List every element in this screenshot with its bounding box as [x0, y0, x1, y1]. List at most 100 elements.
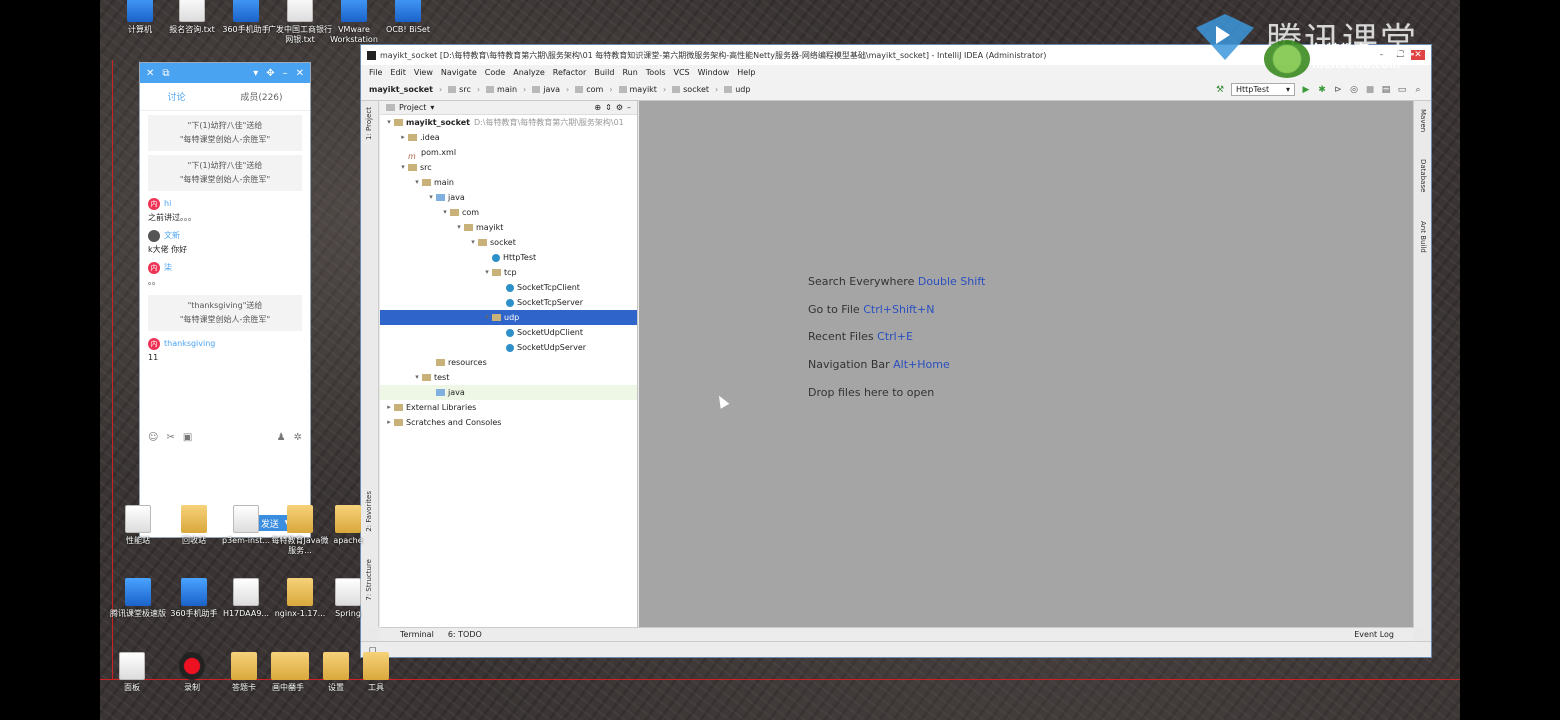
tool-database[interactable]: Database: [1419, 159, 1427, 192]
tool-maven[interactable]: Maven: [1419, 109, 1427, 132]
desktop-icon[interactable]: 面板: [100, 652, 164, 693]
breadcrumb-item[interactable]: mayikt_socket: [369, 85, 433, 94]
tree-node[interactable]: ▾ com: [380, 205, 637, 220]
expand-arrow-icon[interactable]: ▾: [468, 235, 478, 250]
expand-arrow-icon[interactable]: ▾: [440, 205, 450, 220]
tree-node[interactable]: ▾ mayikt_socket D:\每特教育\每特教育第六期\服务架构\01: [380, 115, 637, 130]
popout-icon[interactable]: ⧉: [162, 68, 169, 79]
menu-run[interactable]: Run: [622, 68, 637, 77]
breadcrumb-item[interactable]: main: [486, 85, 517, 94]
tree-node[interactable]: ▾ udp: [380, 310, 637, 325]
close-icon[interactable]: ✕: [146, 68, 154, 79]
breadcrumb-item[interactable]: java: [532, 85, 560, 94]
project-structure-icon[interactable]: ▤: [1381, 85, 1391, 95]
menu-analyze[interactable]: Analyze: [513, 68, 545, 77]
tree-node[interactable]: ▾ main: [380, 175, 637, 190]
desktop-icon[interactable]: Spring: [316, 578, 380, 619]
tab-terminal[interactable]: Terminal: [400, 630, 434, 639]
tree-node[interactable]: m pom.xml: [380, 145, 637, 161]
tree-node[interactable]: ▸ External Libraries: [380, 400, 637, 415]
tab-discuss[interactable]: 讨论: [167, 90, 185, 103]
breadcrumb-item[interactable]: mayikt: [619, 85, 657, 94]
chevron-down-icon[interactable]: ▾: [253, 68, 258, 79]
tree-node[interactable]: ▸ Scratches and Consoles: [380, 415, 637, 430]
gear-icon[interactable]: ⚙: [616, 103, 623, 112]
menu-build[interactable]: Build: [594, 68, 614, 77]
tree-node[interactable]: java: [380, 385, 637, 400]
tree-node[interactable]: ▾ tcp: [380, 265, 637, 280]
project-view-select[interactable]: Project: [399, 103, 426, 112]
menu-code[interactable]: Code: [485, 68, 505, 77]
breadcrumb-item[interactable]: src: [448, 85, 471, 94]
expand-arrow-icon[interactable]: ▾: [412, 370, 422, 385]
breadcrumb-item[interactable]: com: [575, 85, 603, 94]
event-log-button[interactable]: Event Log: [1354, 630, 1394, 639]
tool-ant-build[interactable]: Ant Build: [1419, 221, 1427, 253]
gear-icon[interactable]: ✲: [294, 432, 302, 443]
desktop-icon[interactable]: OCB! BiSet: [376, 0, 440, 35]
menu-tools[interactable]: Tools: [646, 68, 666, 77]
coverage-icon[interactable]: ⊳: [1333, 85, 1343, 95]
tree-node[interactable]: SocketTcpClient: [380, 280, 637, 295]
collapse-icon[interactable]: ⇕: [605, 103, 612, 112]
tree-node-label: External Libraries: [406, 403, 477, 412]
search-icon[interactable]: ⌕: [1413, 85, 1423, 95]
menu-refactor[interactable]: Refactor: [553, 68, 587, 77]
user-icon[interactable]: ♟: [277, 432, 286, 443]
breadcrumb-item[interactable]: socket: [672, 85, 709, 94]
tab-members[interactable]: 成员(226): [240, 90, 282, 103]
emoji-icon[interactable]: ☺: [148, 432, 158, 443]
tree-node[interactable]: SocketTcpServer: [380, 295, 637, 310]
expand-arrow-icon[interactable]: ▸: [398, 130, 408, 145]
expand-arrow-icon[interactable]: ▾: [482, 310, 492, 325]
tree-node[interactable]: ▾ java: [380, 190, 637, 205]
hammer-icon[interactable]: ⚒: [1215, 85, 1225, 95]
profile-icon[interactable]: ◎: [1349, 85, 1359, 95]
tree-node[interactable]: ▾ socket: [380, 235, 637, 250]
menu-window[interactable]: Window: [698, 68, 730, 77]
expand-arrow-icon[interactable]: ▾: [454, 220, 464, 235]
tree-node[interactable]: ▸ .idea: [380, 130, 637, 145]
pin-icon[interactable]: ✥: [266, 68, 274, 79]
tree-node[interactable]: SocketUdpClient: [380, 325, 637, 340]
desktop-icon[interactable]: 性能站: [106, 505, 170, 546]
expand-arrow-icon[interactable]: ▾: [398, 160, 408, 175]
tree-node[interactable]: HttpTest: [380, 250, 637, 265]
expand-arrow-icon[interactable]: ▸: [384, 400, 394, 415]
run-icon[interactable]: ▶: [1301, 85, 1311, 95]
debug-icon[interactable]: ✱: [1317, 85, 1327, 95]
tab-todo[interactable]: 6: TODO: [448, 630, 482, 639]
expand-arrow-icon[interactable]: ▾: [482, 265, 492, 280]
menu-view[interactable]: View: [414, 68, 433, 77]
menu-help[interactable]: Help: [737, 68, 755, 77]
expand-arrow-icon[interactable]: ▾: [384, 115, 394, 130]
live-chat-panel: ✕ ⧉ ▾ ✥ – ✕ 讨论 成员(226) "下(1)幼狩八佳"送给 "每特课…: [139, 62, 311, 538]
desktop-icon[interactable]: 腾讯课堂极速版: [106, 578, 170, 619]
expand-arrow-icon[interactable]: ▸: [384, 415, 394, 430]
stop-icon[interactable]: ■: [1365, 85, 1375, 95]
hide-icon[interactable]: –: [627, 103, 631, 112]
tree-node[interactable]: SocketUdpServer: [380, 340, 637, 355]
menu-edit[interactable]: Edit: [390, 68, 406, 77]
breadcrumb-item[interactable]: udp: [724, 85, 750, 94]
image-icon[interactable]: ▣: [183, 432, 192, 443]
minimize-icon[interactable]: –: [283, 68, 288, 79]
tree-node[interactable]: ▾ mayikt: [380, 220, 637, 235]
tree-node[interactable]: resources: [380, 355, 637, 370]
run-config-select[interactable]: HttpTest ▾: [1231, 83, 1295, 96]
close-icon[interactable]: ✕: [296, 68, 304, 79]
menu-vcs[interactable]: VCS: [674, 68, 690, 77]
menu-navigate[interactable]: Navigate: [441, 68, 477, 77]
tree-node[interactable]: ▾ src: [380, 160, 637, 175]
tree-node[interactable]: ▾ test: [380, 370, 637, 385]
tool-project[interactable]: 1: Project: [365, 107, 373, 140]
locate-icon[interactable]: ⊕: [594, 103, 601, 112]
expand-arrow-icon[interactable]: ▾: [412, 175, 422, 190]
scissors-icon[interactable]: ✂: [166, 432, 174, 443]
editor-empty-area[interactable]: Search Everywhere Double Shift Go to Fil…: [639, 101, 1414, 627]
desktop-icon[interactable]: 工具: [344, 652, 408, 693]
layout-icon[interactable]: ▭: [1397, 85, 1407, 95]
desktop-icon[interactable]: apache: [316, 505, 380, 546]
menu-file[interactable]: File: [369, 68, 382, 77]
expand-arrow-icon[interactable]: ▾: [426, 190, 436, 205]
